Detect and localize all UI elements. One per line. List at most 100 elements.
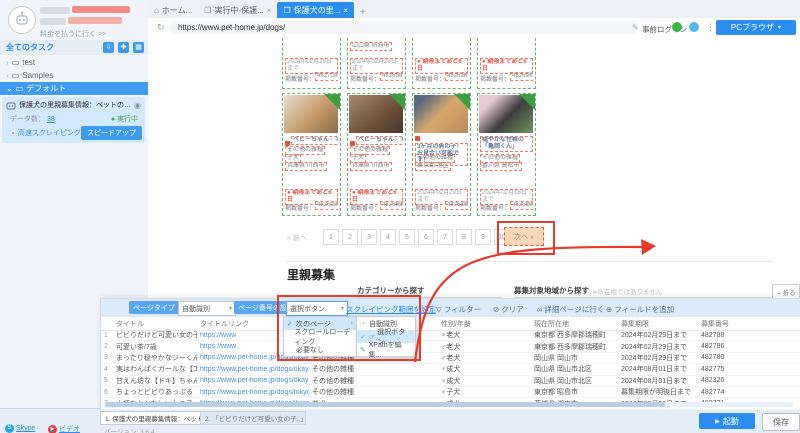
tree-folder-default[interactable]: ⌄ ▭ デフォルト bbox=[0, 82, 148, 95]
user-avatar[interactable] bbox=[8, 6, 36, 34]
section-title: 里親募集 bbox=[287, 268, 336, 282]
page-number[interactable]: 7 bbox=[437, 229, 453, 245]
browser-mode-button[interactable]: PCブラウザ ▾ bbox=[716, 20, 796, 35]
table-row[interactable]: 5 甘えん坊な【ドキ】ちゃん https://www.pet-home.jp/dog… bbox=[101, 376, 800, 387]
url-input[interactable]: https://www.pet-home.jp/dogs/ bbox=[170, 21, 638, 34]
tab-active-dogs[interactable]: ❐ 保護犬の里... × bbox=[277, 2, 354, 18]
col-id[interactable]: 募集番号 bbox=[698, 319, 800, 329]
table-row[interactable]: 4実はわんぱくガールな【エンチャン...https://www.pet-home… bbox=[101, 364, 800, 376]
close-tab-icon[interactable]: × bbox=[343, 6, 348, 15]
hand-pointer-icon: ☞ bbox=[360, 320, 367, 328]
view-switch-icon[interactable]: ▦ bbox=[133, 42, 144, 53]
tab-running-task[interactable]: ❐ 実行中-保護... × bbox=[198, 2, 277, 18]
save-button[interactable]: 保存 bbox=[762, 413, 800, 431]
horizontal-scrollbar[interactable] bbox=[103, 402, 793, 407]
bookmark-icon[interactable]: ▤ bbox=[397, 72, 403, 79]
task-item[interactable]: 保護犬の里親募集情報：ペットのおうち【 ◉ データ数： 38 ● 実行中 ◔ 高… bbox=[2, 97, 145, 143]
pet-card[interactable]: 期限まであと6日 掲載番号：482694▤ bbox=[477, 38, 536, 89]
paging-method-select[interactable]: 選択ボタン ▾ bbox=[286, 301, 348, 316]
clear-button[interactable]: ⊘ クリア bbox=[493, 304, 524, 315]
new-tab-icon[interactable]: + bbox=[360, 7, 366, 18]
add-field-button[interactable]: ⊕ フィールドを追加 bbox=[606, 304, 674, 315]
page-type-select[interactable]: 自動識別 ▾ bbox=[178, 301, 236, 316]
page-number[interactable]: 9 bbox=[475, 229, 491, 245]
import-task-icon[interactable]: ⇩ bbox=[103, 42, 114, 53]
bookmark-icon[interactable]: ▤ bbox=[462, 201, 468, 208]
close-tab-icon[interactable]: × bbox=[267, 6, 272, 15]
col-title[interactable]: タイトル bbox=[113, 319, 197, 329]
category-search-label[interactable]: カテゴリーから探す bbox=[357, 285, 425, 296]
edit-url-icon[interactable]: ✎ bbox=[632, 23, 639, 32]
pet-title[interactable]: ベビーちゃん♀ ② bbox=[291, 136, 338, 145]
tree-folder-test[interactable]: › ▭ test bbox=[0, 56, 148, 69]
page-number[interactable]: 4 bbox=[380, 229, 396, 245]
pet-card[interactable]: ベビーちゃん♀ ② その他の雑種 子犬 兵庫県 川西市 期限まであと6日 掲載番… bbox=[282, 93, 341, 216]
table-row[interactable]: 1ビビりだけど可愛い女の子ひーちゃんhttps://www♀老犬東京都 西多摩郡… bbox=[101, 330, 800, 342]
table-row[interactable]: 2 可愛い茶/7歳 https://www ♂老犬 東京都 西多摩郡瑞穂町 2024年02… bbox=[101, 341, 800, 353]
folder-icon: ▭ bbox=[11, 71, 20, 80]
submenu-item-edit-xpath[interactable]: ✎ XPathを編集... bbox=[357, 342, 415, 359]
pet-card[interactable]: 山口県 防府市 2024年02月29日まで 掲載番号：482699 ▤ bbox=[347, 38, 406, 89]
next-button-highlight-rect bbox=[497, 221, 555, 255]
pagination-prev[interactable]: « 前へ bbox=[287, 233, 307, 243]
menu-item-scroll-loading[interactable]: スクロールローディング bbox=[284, 329, 356, 346]
bookmark-icon[interactable]: ▤ bbox=[332, 72, 338, 79]
paging-submenu: ☞ 自動識別 ✓ ☞ 選択ボタン ✎ XPathを編集... bbox=[356, 316, 416, 359]
bookmark-icon[interactable]: ▤ bbox=[527, 72, 533, 79]
page-number[interactable]: 8 bbox=[456, 229, 472, 245]
workflow-tab-2[interactable]: 2. 「ビビりだけど可愛い女の子..」 ⊙ bbox=[200, 411, 306, 425]
skype-link[interactable]: S Skype bbox=[5, 424, 35, 433]
tasks-header-label: 全てのタスク bbox=[6, 43, 54, 52]
status-green-icon[interactable] bbox=[672, 22, 682, 32]
more-options-icon[interactable]: ⋮ bbox=[706, 22, 715, 33]
workflow-tab-1[interactable]: 1. 保護犬の里親募集情報：ペット... bbox=[100, 411, 208, 425]
page-number[interactable]: 3 bbox=[361, 229, 377, 245]
pet-card[interactable]: 2024年02月29日まで 掲載番号：482703 ▤ bbox=[282, 38, 341, 89]
table-row[interactable]: 3 まったり穏やかなジーくん https://www.pet-home.jp/dog… bbox=[101, 353, 800, 365]
pet-number-label: 掲載番号： bbox=[350, 206, 381, 212]
tab-home[interactable]: ⌂ ホーム... bbox=[148, 2, 198, 18]
pet-card[interactable]: 穏やかな性格の「亀岡くん」 その他の雑種 香川県 高松市 2024年02月18日… bbox=[477, 93, 536, 216]
pet-card[interactable]: 3ヶ月の男の子！お見合い可能です！ その他の雑種 東京都 港区 2024年02月… bbox=[412, 93, 471, 216]
col-limit[interactable]: 募集期限 bbox=[618, 319, 698, 329]
status-blue-icon[interactable] bbox=[689, 22, 699, 32]
pay-link[interactable]: 料金を払うに行く >> bbox=[40, 29, 106, 39]
pet-title[interactable]: 穏やかな性格の「亀岡くん」 bbox=[480, 136, 533, 152]
page-number[interactable]: 2 bbox=[342, 229, 358, 245]
set-scrape-scope-link[interactable]: スクレイピング範囲を設定 bbox=[346, 304, 436, 315]
scrollbar-thumb[interactable] bbox=[105, 402, 665, 407]
pet-location: 香川県 高松市 bbox=[480, 162, 522, 171]
gender-icon bbox=[415, 136, 420, 141]
pet-card[interactable]: 期限まであと6日 掲載番号：482696▤ bbox=[412, 38, 471, 89]
pet-card[interactable]: ベビーちゃん♀ ① その他の雑種 子犬 兵庫県 川西市 期限まであと6日 掲載番… bbox=[347, 93, 406, 216]
table-row[interactable]: 6 ちょっとビビりあっぷる https://www.pet-home.jp/dogs… bbox=[101, 387, 800, 399]
pet-title[interactable]: ベビーちゃん♀ ① bbox=[356, 136, 403, 145]
bookmark-icon[interactable]: ▤ bbox=[462, 72, 468, 79]
go-detail-page-button[interactable]: ∞ 詳細ページに行く bbox=[537, 304, 604, 315]
pagination: 1 2 3 4 5 6 7 8 9 10 bbox=[323, 229, 510, 245]
tree-folder-samples[interactable]: › ▭ Samples bbox=[0, 69, 148, 82]
collapse-button[interactable]: ⌄ 折る bbox=[772, 284, 800, 299]
bottom-strip: 1. 保護犬の里親募集情報：ペット... 2. 「ビビりだけど可愛い女の子..」… bbox=[0, 408, 800, 433]
page-number[interactable]: 6 bbox=[418, 229, 434, 245]
version-label: バージョン: 3.6.4 bbox=[104, 429, 155, 433]
pet-location: 兵庫県 川西市 bbox=[285, 162, 327, 171]
col-place[interactable]: 現在所在地 bbox=[531, 319, 618, 329]
filter-button[interactable]: ▽ フィルター bbox=[436, 304, 481, 315]
run-button[interactable]: ▶ 起動 bbox=[699, 413, 755, 429]
video-link[interactable]: ▶ ビデオ bbox=[48, 424, 80, 433]
status-dot-icon: ● bbox=[110, 116, 116, 123]
refresh-icon[interactable]: ↻ bbox=[157, 22, 165, 33]
col-sex-age[interactable]: 性別/年齢 bbox=[438, 319, 531, 329]
stop-task-icon[interactable]: ◉ bbox=[134, 101, 141, 110]
new-task-icon[interactable]: ✚ bbox=[118, 42, 129, 53]
speed-up-button[interactable]: スピードアップ bbox=[81, 126, 142, 140]
page-type-label: ページタイプ bbox=[129, 301, 179, 314]
bookmark-icon[interactable]: ▤ bbox=[397, 201, 403, 208]
data-count-value[interactable]: 38 bbox=[47, 116, 55, 123]
page-number[interactable]: 5 bbox=[399, 229, 415, 245]
bookmark-icon[interactable]: ▤ bbox=[527, 201, 533, 208]
bookmark-icon[interactable]: ▤ bbox=[332, 201, 338, 208]
page-number[interactable]: 1 bbox=[323, 229, 339, 245]
region-search-label[interactable]: 募集対象地域から探す bbox=[514, 285, 589, 296]
